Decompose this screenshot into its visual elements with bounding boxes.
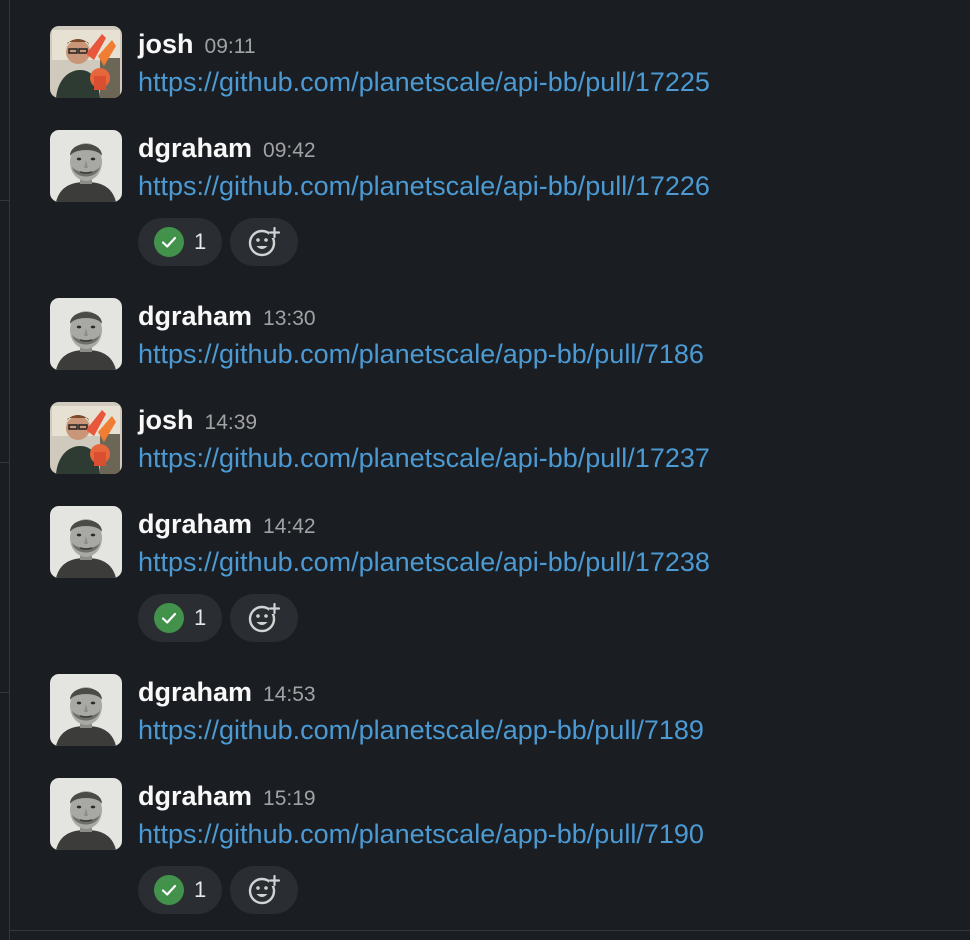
add-reaction-button[interactable] [230, 866, 299, 914]
rail-divider [0, 200, 9, 201]
username[interactable]: dgraham [138, 509, 252, 539]
avatar[interactable] [50, 298, 122, 370]
avatar[interactable] [50, 402, 122, 474]
add-reaction-button[interactable] [230, 594, 299, 642]
message-header: dgraham 14:53 [138, 674, 316, 710]
reaction-bar: 1 [138, 594, 299, 642]
username[interactable]: josh [138, 405, 194, 435]
message-header: dgraham 14:42 [138, 506, 316, 542]
username[interactable]: dgraham [138, 301, 252, 331]
message-header: dgraham 15:19 [138, 778, 316, 814]
message-header: josh 09:11 [138, 26, 256, 62]
bottom-divider [10, 930, 970, 931]
add-reaction-icon [249, 602, 281, 633]
reaction-pill[interactable]: 1 [138, 866, 223, 914]
reaction-count: 1 [194, 877, 207, 902]
username[interactable]: dgraham [138, 133, 252, 163]
reaction-bar: 1 [138, 218, 299, 266]
avatar[interactable] [50, 26, 122, 98]
avatar-dgraham-icon [50, 674, 122, 746]
avatar-dgraham-icon [50, 778, 122, 850]
message-header: josh 14:39 [138, 402, 257, 438]
timestamp[interactable]: 15:19 [263, 787, 316, 810]
add-reaction-icon [249, 874, 281, 905]
message-link[interactable]: https://github.com/planetscale/api-bb/pu… [138, 64, 710, 100]
message-link[interactable]: https://github.com/planetscale/api-bb/pu… [138, 168, 710, 204]
message-link[interactable]: https://github.com/planetscale/api-bb/pu… [138, 440, 710, 476]
timestamp[interactable]: 13:30 [263, 307, 316, 330]
reaction-count: 1 [194, 229, 207, 254]
reaction-pill[interactable]: 1 [138, 594, 223, 642]
timestamp[interactable]: 09:42 [263, 139, 316, 162]
rail-divider [0, 462, 9, 463]
reaction-bar: 1 [138, 866, 299, 914]
message-link[interactable]: https://github.com/planetscale/api-bb/pu… [138, 544, 710, 580]
message-link[interactable]: https://github.com/planetscale/app-bb/pu… [138, 816, 704, 852]
white-check-mark-icon [154, 227, 184, 257]
avatar-josh-icon [50, 402, 122, 474]
avatar-dgraham-icon [50, 298, 122, 370]
left-rail [0, 0, 10, 940]
reaction-count: 1 [194, 605, 207, 630]
username[interactable]: josh [138, 29, 194, 59]
avatar-dgraham-icon [50, 506, 122, 578]
timestamp[interactable]: 09:11 [205, 35, 256, 58]
avatar-dgraham-icon [50, 130, 122, 202]
message-link[interactable]: https://github.com/planetscale/app-bb/pu… [138, 336, 704, 372]
reaction-pill[interactable]: 1 [138, 218, 223, 266]
avatar[interactable] [50, 130, 122, 202]
username[interactable]: dgraham [138, 677, 252, 707]
timestamp[interactable]: 14:42 [263, 515, 316, 538]
message-header: dgraham 09:42 [138, 130, 316, 166]
avatar[interactable] [50, 506, 122, 578]
white-check-mark-icon [154, 603, 184, 633]
timestamp[interactable]: 14:53 [263, 683, 316, 706]
message-link[interactable]: https://github.com/planetscale/app-bb/pu… [138, 712, 704, 748]
white-check-mark-icon [154, 875, 184, 905]
add-reaction-icon [249, 226, 281, 257]
avatar[interactable] [50, 778, 122, 850]
avatar[interactable] [50, 674, 122, 746]
add-reaction-button[interactable] [230, 218, 299, 266]
timestamp[interactable]: 14:39 [205, 411, 258, 434]
avatar-josh-icon [50, 26, 122, 98]
username[interactable]: dgraham [138, 781, 252, 811]
rail-divider [0, 692, 9, 693]
message-header: dgraham 13:30 [138, 298, 316, 334]
